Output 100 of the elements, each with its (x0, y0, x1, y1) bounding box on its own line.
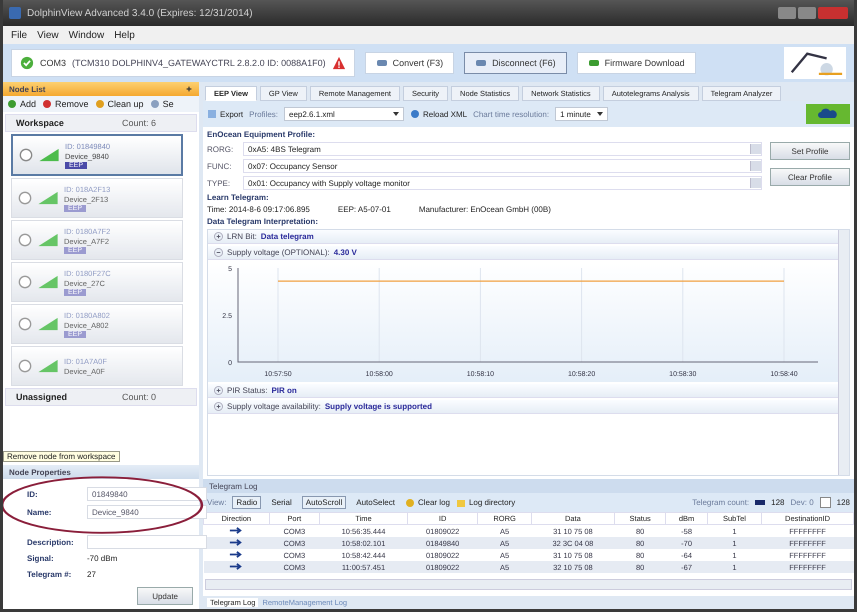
cloud-button[interactable] (806, 104, 850, 124)
signal-icon (37, 317, 59, 331)
item-label: Supply voltage availability: (227, 402, 321, 411)
field-label: Description: (27, 538, 74, 546)
update-button[interactable]: Update (137, 587, 193, 605)
toggle-button[interactable]: Serial (267, 496, 296, 509)
limit-checkbox[interactable] (820, 497, 831, 508)
section-title: Learn Telegram: (207, 193, 270, 202)
scrollbar[interactable] (205, 579, 852, 590)
radio-circle-icon (18, 233, 32, 247)
expander-icon[interactable] (214, 402, 223, 411)
item-value: Data telegram (260, 232, 314, 241)
menu-item[interactable]: Help (114, 30, 135, 40)
menu-item[interactable]: File (11, 30, 28, 40)
group-count: Count: 6 (122, 118, 156, 128)
input-field[interactable] (87, 535, 207, 549)
panel-title: Telegram Log (209, 482, 258, 490)
pin-icon[interactable] (185, 85, 193, 93)
telegram-count: 128 (771, 498, 785, 507)
arrow-icon (229, 550, 244, 558)
section-title: Data Telegram Interpretation: (207, 217, 319, 226)
input-field[interactable]: Device_9840 (87, 505, 207, 519)
profile-dropdown[interactable]: 0xA5: 4BS Telegram (243, 142, 762, 156)
radio-circle-icon (18, 191, 32, 205)
learn-time: Time: 2014-8-6 09:17:06.895 (207, 205, 310, 214)
toolbar-button[interactable]: Add (7, 99, 36, 109)
group-header[interactable]: Unassigned Count: 0 (5, 388, 197, 406)
dev-label: Dev: 0 (790, 498, 814, 507)
profiles-dropdown[interactable]: eep2.6.1.xml (284, 107, 404, 121)
arrow-icon (229, 538, 244, 546)
item-value: PIR on (271, 386, 297, 395)
field-label: Telegram #: (27, 570, 72, 578)
manufacturer: Manufacturer: EnOcean GmbH (00B) (418, 205, 551, 214)
tooltip: Remove node from workspace (3, 451, 120, 462)
count-bar (755, 500, 766, 505)
toolbar-button[interactable]: Disconnect (F6) (464, 52, 567, 74)
group-header[interactable]: Workspace Count: 6 (5, 114, 197, 132)
profile-dropdown[interactable]: 0x07: Occupancy Sensor (243, 159, 762, 173)
toggle-button[interactable]: AutoScroll (302, 496, 346, 509)
expander-icon[interactable] (214, 232, 223, 241)
toolbar-button[interactable]: Remove (42, 99, 89, 109)
signal-icon (37, 233, 59, 247)
tool-icon (7, 99, 17, 109)
item-label: PIR Status: (227, 386, 268, 395)
arrow-icon (229, 526, 244, 534)
scrollbar[interactable] (838, 230, 849, 475)
field-label: ID: (27, 490, 38, 498)
profile-dropdown[interactable]: 0x01: Occupancy with Supply voltage monitor (243, 176, 762, 190)
signal-icon (38, 148, 60, 162)
reload-button[interactable]: Reload XML (410, 109, 468, 119)
field-label: Name: (27, 508, 52, 516)
item-label: Supply voltage (OPTIONAL): (227, 248, 330, 257)
telegram-count: 27 (87, 570, 96, 578)
clear-log-button[interactable]: Clear log (404, 498, 450, 508)
toolbar-button[interactable]: Firmware Download (576, 52, 696, 74)
device-info: (TCM310 DOLPHINV4_GATEWAYCTRL 2.8.2.0 ID: 0088A1F0) (72, 58, 326, 68)
toolbar-button[interactable]: Clean up (94, 99, 144, 109)
tool-icon (94, 99, 105, 109)
expander-icon[interactable] (214, 386, 223, 395)
tool-icon (42, 99, 52, 109)
profile-button[interactable]: Set Profile (770, 142, 850, 160)
resolution-label: Chart time resolution: (473, 110, 550, 118)
app-icon (9, 7, 21, 19)
field-label: TYPE: (207, 178, 232, 188)
toolbar-button[interactable]: Convert (F3) (364, 52, 454, 74)
expander-row[interactable]: LRN Bit: Data telegram (208, 230, 838, 244)
export-button[interactable]: Export (207, 109, 244, 119)
menu-item[interactable]: Window (68, 30, 104, 40)
panel-title: Node Properties (9, 468, 71, 476)
signal-icon (37, 359, 59, 373)
cloud-icon (818, 107, 838, 119)
radio-circle-icon (18, 359, 32, 373)
item-label: LRN Bit: (227, 232, 257, 241)
radio-circle-icon (19, 148, 33, 162)
input-field[interactable]: 01849840 (87, 487, 207, 501)
warning-icon (332, 56, 346, 70)
profile-button[interactable]: Clear Profile (770, 168, 850, 186)
toggle-button[interactable]: AutoSelect (352, 496, 399, 509)
toolbar-button[interactable]: Se (150, 99, 174, 109)
dropdown-icon (750, 178, 761, 188)
menu-item[interactable]: View (37, 30, 59, 40)
learn-eep: EEP: A5-07-01 (338, 205, 391, 214)
item-value: Supply voltage is supported (324, 402, 432, 411)
count-label: Telegram count: (692, 498, 750, 507)
expander-row[interactable]: Supply voltage (OPTIONAL): 4.30 V (208, 246, 838, 260)
radio-circle-icon (18, 317, 32, 331)
expander-row[interactable]: PIR Status: PIR on (208, 384, 838, 398)
field-label: RORG: (207, 144, 234, 154)
log-directory-button[interactable]: Log directory (456, 498, 516, 508)
field-label: FUNC: (207, 162, 232, 170)
resolution-dropdown[interactable]: 1 minute (555, 107, 608, 121)
signal-icon (37, 191, 59, 205)
panel-title: Node List (9, 84, 46, 94)
logo-drawing (784, 47, 846, 79)
limit-value: 128 (836, 498, 850, 507)
expander-row[interactable]: Supply voltage availability: Supply voltage is supported (208, 400, 838, 414)
expander-icon[interactable] (214, 248, 223, 257)
toggle-button[interactable]: Radio (232, 496, 262, 509)
view-label: View: (207, 498, 226, 507)
radio-circle-icon (18, 275, 32, 289)
